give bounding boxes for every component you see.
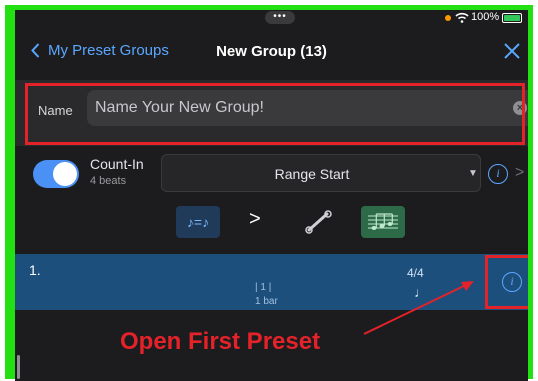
- frame: ••• 100% New Group (13) My Preset Groups: [0, 0, 538, 381]
- staff-button[interactable]: [361, 206, 405, 238]
- recording-indicator: [445, 15, 451, 21]
- tools-row: ♪=♪ >: [15, 204, 528, 246]
- annotation-label: Open First Preset: [120, 328, 321, 355]
- back-button[interactable]: My Preset Groups: [31, 42, 169, 59]
- preset-bar-number: | 1 |: [255, 282, 272, 293]
- greater-than-label: >: [249, 208, 261, 230]
- frame-border-left: [5, 5, 15, 379]
- annotation-arrow: [363, 281, 474, 335]
- close-icon[interactable]: [504, 43, 520, 59]
- battery-icon: [502, 13, 522, 23]
- wifi-icon: [455, 12, 469, 23]
- highlight-box-name: [25, 83, 525, 145]
- preset-index: 1.: [29, 262, 41, 278]
- range-select[interactable]: Range Start ▼: [161, 154, 481, 192]
- info-icon[interactable]: i: [488, 164, 508, 184]
- app-screen: ••• 100% New Group (13) My Preset Groups: [15, 10, 528, 381]
- battery-percent: 100%: [471, 11, 500, 23]
- scrollbar[interactable]: [17, 355, 20, 379]
- multitask-dots[interactable]: •••: [265, 11, 295, 24]
- count-in-label: Count-In: [90, 156, 144, 172]
- count-in-toggle[interactable]: [33, 160, 79, 188]
- dropdown-arrow-icon: ▼: [468, 168, 478, 179]
- range-select-value: Range Start: [274, 166, 350, 182]
- navigation-bar: New Group (13) My Preset Groups: [15, 32, 528, 72]
- count-in-beats: 4 beats: [90, 175, 127, 187]
- staff-icon: [368, 213, 398, 230]
- note-equivalence-button[interactable]: ♪=♪: [176, 206, 220, 238]
- toggle-knob: [53, 162, 77, 186]
- chevron-right-icon[interactable]: >: [515, 164, 524, 182]
- wrench-icon[interactable]: [305, 210, 333, 234]
- status-bar: ••• 100%: [15, 10, 528, 26]
- chevron-left-icon: [31, 43, 40, 58]
- preset-bar-length: 1 bar: [255, 296, 278, 307]
- frame-border-right: [528, 5, 533, 379]
- highlight-box-preset-info: [485, 255, 528, 309]
- back-button-label: My Preset Groups: [48, 42, 169, 59]
- count-in-row: Count-In 4 beats Range Start ▼ i >: [15, 150, 528, 202]
